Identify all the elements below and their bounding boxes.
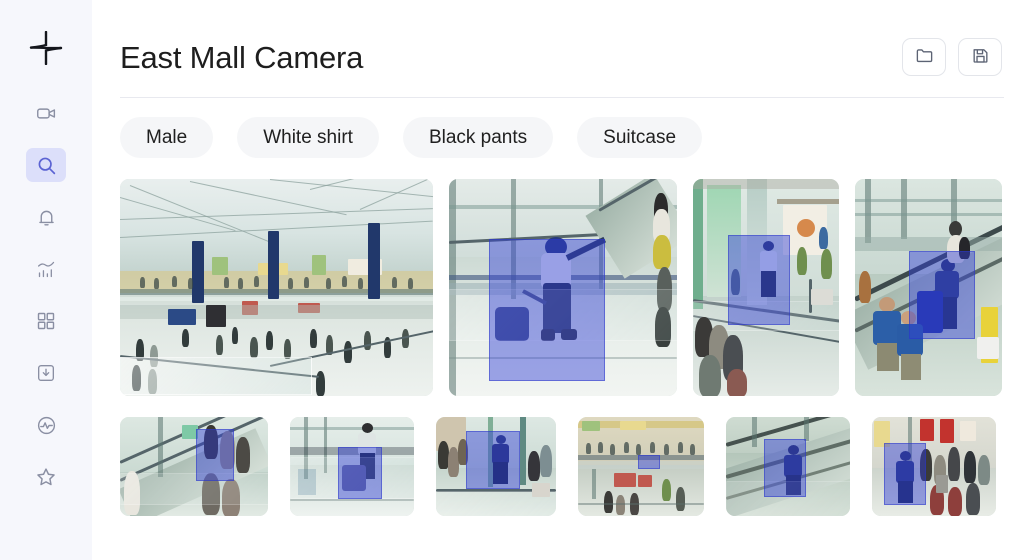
save-disk-icon bbox=[971, 46, 990, 68]
sidebar-item-search[interactable] bbox=[26, 148, 66, 182]
filter-chip-black-pants[interactable]: Black pants bbox=[402, 117, 554, 158]
sidebar-item-activity[interactable] bbox=[26, 408, 66, 442]
detection-box bbox=[466, 431, 520, 489]
page-title: East Mall Camera bbox=[120, 39, 364, 75]
folder-icon bbox=[915, 46, 934, 68]
result-tile-terminal-wide-view[interactable] bbox=[120, 179, 433, 396]
detection-box bbox=[196, 429, 234, 481]
detection-box bbox=[909, 251, 975, 339]
results-main-row bbox=[120, 179, 1002, 396]
detection-box bbox=[638, 455, 660, 469]
scene-terminal-hall bbox=[120, 179, 433, 396]
result-tile-man-with-suitcase[interactable] bbox=[449, 179, 677, 396]
filter-chips: Male White shirt Black pants Suitcase bbox=[120, 117, 703, 158]
search-icon bbox=[36, 155, 57, 176]
bell-icon bbox=[36, 207, 57, 228]
header: East Mall Camera bbox=[120, 26, 1002, 88]
sidebar-item-favorites[interactable] bbox=[26, 460, 66, 494]
activity-circle-icon bbox=[36, 415, 57, 436]
result-thumb-checkin-queue[interactable] bbox=[872, 417, 996, 516]
filter-chip-suitcase[interactable]: Suitcase bbox=[577, 117, 703, 158]
download-box-icon bbox=[36, 363, 56, 383]
sidebar-item-analytics[interactable] bbox=[26, 252, 66, 286]
sidebar-item-download[interactable] bbox=[26, 356, 66, 390]
sidebar-item-grid[interactable] bbox=[26, 304, 66, 338]
star-icon bbox=[35, 466, 57, 488]
filter-chip-white-shirt[interactable]: White shirt bbox=[237, 117, 379, 158]
result-tile-escalator-pair[interactable] bbox=[855, 179, 1002, 396]
sidebar bbox=[0, 0, 92, 560]
scene-stairs-crowd bbox=[120, 417, 268, 516]
results-thumb-row bbox=[120, 417, 996, 516]
header-actions bbox=[902, 38, 1002, 76]
result-thumb-corridor-walker[interactable] bbox=[436, 417, 556, 516]
detection-box bbox=[764, 439, 806, 497]
header-divider bbox=[120, 97, 1004, 98]
video-camera-icon bbox=[36, 103, 57, 124]
result-tile-mall-corridor[interactable] bbox=[693, 179, 839, 396]
detection-box bbox=[489, 239, 605, 381]
sparkle-logo-icon[interactable] bbox=[24, 26, 68, 70]
open-folder-button[interactable] bbox=[902, 38, 946, 76]
detection-box bbox=[728, 235, 790, 325]
detection-box bbox=[338, 447, 382, 499]
result-thumb-travelator[interactable] bbox=[726, 417, 850, 516]
grid-squares-icon bbox=[36, 311, 56, 331]
result-thumb-food-court[interactable] bbox=[578, 417, 704, 516]
chart-bars-icon bbox=[36, 259, 57, 280]
result-thumb-glass-walkway[interactable] bbox=[290, 417, 414, 516]
filter-chip-male[interactable]: Male bbox=[120, 117, 214, 158]
sidebar-item-alerts[interactable] bbox=[26, 200, 66, 234]
detection-box bbox=[884, 443, 926, 505]
result-thumb-stairs-crowd[interactable] bbox=[120, 417, 268, 516]
sidebar-item-camera[interactable] bbox=[26, 96, 66, 130]
save-button[interactable] bbox=[958, 38, 1002, 76]
